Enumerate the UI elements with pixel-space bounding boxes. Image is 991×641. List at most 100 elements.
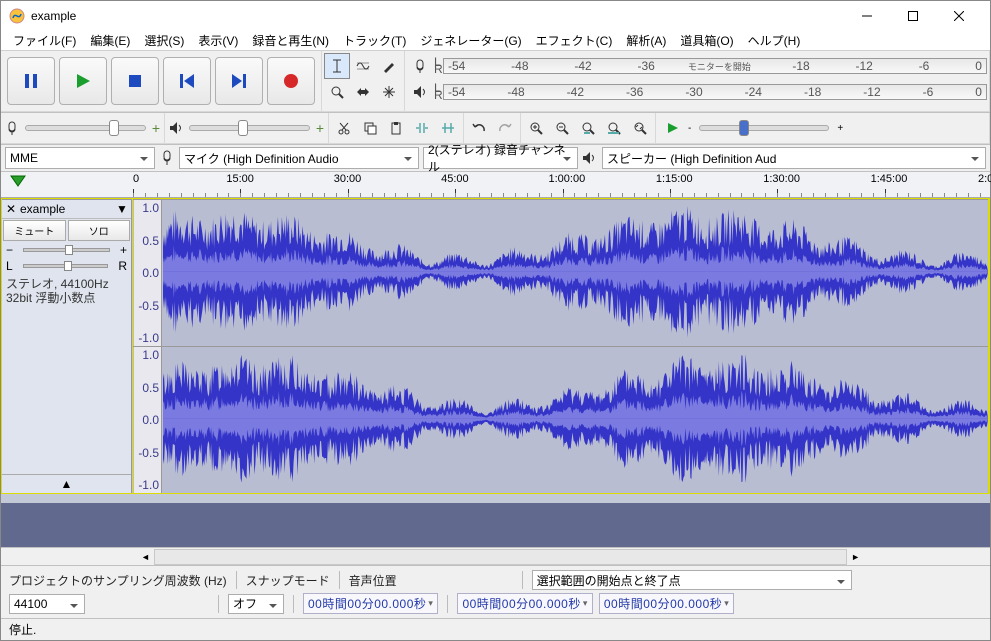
waveform-left[interactable]: 1.00.50.0-0.5-1.0 xyxy=(133,199,988,346)
play-device-combo[interactable]: スピーカー (High Definition Aud xyxy=(602,147,986,169)
waveform-right[interactable]: 1.00.50.0-0.5-1.0 xyxy=(133,346,988,493)
draw-tool[interactable] xyxy=(376,53,402,79)
rec-device-combo[interactable]: マイク (High Definition Audio xyxy=(179,147,419,169)
menu-transport[interactable]: 録音と再生(N) xyxy=(246,30,335,51)
solo-button[interactable]: ソロ xyxy=(68,220,131,241)
toolbars: LR -54-48-42-36-18-12-60 モニターを開始 LR -54-… xyxy=(1,51,990,113)
menu-effect[interactable]: エフェクト(C) xyxy=(530,30,619,51)
zoom-tool[interactable] xyxy=(324,79,350,105)
audio-position-label: 音声位置 xyxy=(349,572,397,589)
zoom-out-button[interactable] xyxy=(549,115,575,141)
mute-button[interactable]: ミュート xyxy=(3,220,66,241)
timeline-ruler[interactable]: 015:0030:0045:001:00:001:15:001:30:001:4… xyxy=(1,172,990,198)
fit-selection-button[interactable] xyxy=(575,115,601,141)
track-pan-slider[interactable] xyxy=(23,264,109,268)
track-gain-slider[interactable] xyxy=(23,248,110,252)
play-lr-label: LR xyxy=(433,84,443,100)
selection-tool[interactable] xyxy=(324,53,350,79)
record-button[interactable] xyxy=(267,57,315,105)
menu-help[interactable]: ヘルプ(H) xyxy=(742,30,807,51)
menubar: ファイル(F) 編集(E) 選択(S) 表示(V) 録音と再生(N) トラック(… xyxy=(1,31,990,51)
menu-tracks[interactable]: トラック(T) xyxy=(337,30,412,51)
skip-end-button[interactable] xyxy=(215,57,263,105)
device-toolbar: MME マイク (High Definition Audio 2(ステレオ) 録… xyxy=(1,145,990,172)
snap-combo[interactable]: オフ xyxy=(228,594,284,614)
track-menu-button[interactable]: ▼ xyxy=(115,202,129,216)
play-volume-slider-group: + xyxy=(165,113,329,144)
tools-toolbar xyxy=(322,51,405,112)
playhead-icon[interactable] xyxy=(9,174,27,188)
track-name[interactable]: example xyxy=(18,202,115,216)
rec-volume-slider[interactable] xyxy=(25,125,146,131)
play-volume-slider[interactable] xyxy=(189,125,310,131)
pause-button[interactable] xyxy=(7,57,55,105)
selection-start-box[interactable]: 00時間00分00.000秒▾ xyxy=(457,593,592,614)
selection-toolbar: プロジェクトのサンプリング周波数 (Hz) スナップモード 音声位置 選択範囲の… xyxy=(1,565,990,618)
tracks-area: ✕ example ▼ ミュート ソロ −+ LR ステレオ, 44100Hz … xyxy=(1,198,990,547)
window-title: example xyxy=(31,9,844,23)
project-rate-combo[interactable]: 44100 xyxy=(9,594,85,614)
rec-lr-label: LR xyxy=(433,58,443,74)
speaker-icon xyxy=(582,150,598,166)
horizontal-scrollbar[interactable]: ◄ ► xyxy=(1,547,990,565)
minimize-button[interactable] xyxy=(844,1,890,31)
menu-select[interactable]: 選択(S) xyxy=(138,30,190,51)
mic-icon xyxy=(5,121,19,135)
paste-button[interactable] xyxy=(383,115,409,141)
maximize-button[interactable] xyxy=(890,1,936,31)
zoom-toolbar xyxy=(521,113,656,144)
envelope-tool[interactable] xyxy=(350,53,376,79)
app-logo xyxy=(9,8,25,24)
statusbar: 停止. xyxy=(1,618,990,640)
menu-file[interactable]: ファイル(F) xyxy=(7,30,82,51)
fit-project-button[interactable] xyxy=(601,115,627,141)
multi-tool[interactable] xyxy=(376,79,402,105)
track-close-button[interactable]: ✕ xyxy=(4,202,18,216)
project-rate-label: プロジェクトのサンプリング周波数 (Hz) xyxy=(9,572,227,589)
zoom-toggle-button[interactable] xyxy=(627,115,653,141)
play-at-speed-button[interactable] xyxy=(660,115,686,141)
selection-end-box[interactable]: 00時間00分00.000秒▾ xyxy=(599,593,734,614)
zoom-in-button[interactable] xyxy=(523,115,549,141)
copy-button[interactable] xyxy=(357,115,383,141)
playback-speed-slider[interactable] xyxy=(699,125,829,131)
rec-volume-slider-group: + xyxy=(1,113,165,144)
selection-mode-combo[interactable]: 選択範囲の開始点と終了点 xyxy=(532,570,852,590)
silence-button[interactable] xyxy=(435,115,461,141)
speaker-icon xyxy=(169,121,183,135)
recording-meter[interactable]: -54-48-42-36-18-12-60 モニターを開始 xyxy=(443,58,987,74)
timeshift-tool[interactable] xyxy=(350,79,376,105)
close-button[interactable] xyxy=(936,1,982,31)
titlebar: example xyxy=(1,1,990,31)
snap-label: スナップモード xyxy=(246,572,330,589)
track-format-info: ステレオ, 44100Hz 32bit 浮動小数点 xyxy=(2,274,131,309)
rec-meter-prompt: モニターを開始 xyxy=(688,60,751,73)
cut-button[interactable] xyxy=(331,115,357,141)
audio-host-combo[interactable]: MME xyxy=(5,147,155,169)
track-control-panel: ✕ example ▼ ミュート ソロ −+ LR ステレオ, 44100Hz … xyxy=(2,199,132,493)
play-at-speed-toolbar: - + xyxy=(656,113,990,144)
transport-toolbar xyxy=(1,51,322,112)
status-text: 停止. xyxy=(9,621,36,638)
undo-toolbar xyxy=(464,113,521,144)
play-meter-icon[interactable] xyxy=(407,79,433,105)
menu-analyze[interactable]: 解析(A) xyxy=(620,30,672,51)
trim-button[interactable] xyxy=(409,115,435,141)
track-collapse-button[interactable]: ▲ xyxy=(2,474,131,493)
tracks-empty-area[interactable] xyxy=(1,503,990,547)
stop-button[interactable] xyxy=(111,57,159,105)
playback-meter[interactable]: -54-48-42-36-30-24-18-12-60 xyxy=(443,84,987,100)
skip-start-button[interactable] xyxy=(163,57,211,105)
rec-meter-icon[interactable] xyxy=(407,53,433,79)
rec-channels-combo[interactable]: 2(ステレオ) 録音チャンネル xyxy=(423,147,578,169)
track-waveform[interactable]: 1.00.50.0-0.5-1.0 1.00.50.0-0.5-1.0 xyxy=(132,199,989,493)
menu-tools[interactable]: 道具箱(O) xyxy=(674,30,739,51)
menu-view[interactable]: 表示(V) xyxy=(192,30,244,51)
menu-edit[interactable]: 編集(E) xyxy=(84,30,136,51)
edit-toolbar xyxy=(329,113,464,144)
redo-button[interactable] xyxy=(492,115,518,141)
undo-button[interactable] xyxy=(466,115,492,141)
audio-position-box[interactable]: 00時間00分00.000秒▾ xyxy=(303,593,438,614)
menu-generate[interactable]: ジェネレーター(G) xyxy=(414,30,527,51)
play-button[interactable] xyxy=(59,57,107,105)
